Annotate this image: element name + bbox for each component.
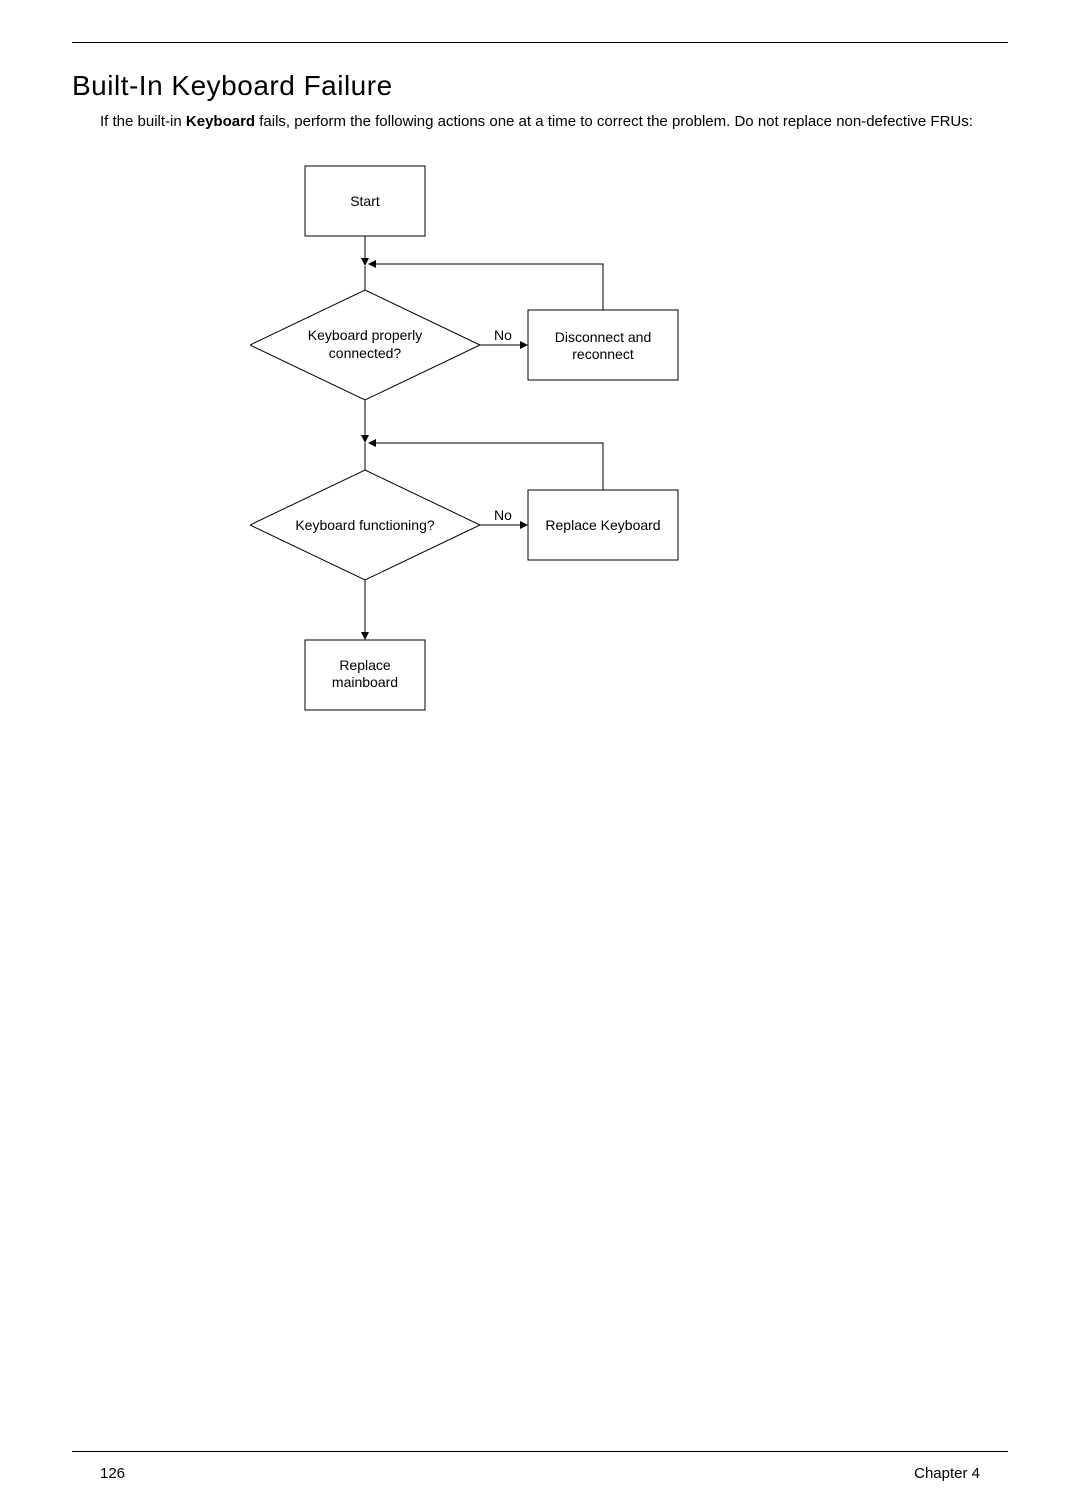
edge-action2-feedback	[370, 443, 603, 490]
label-action1-l1: Disconnect and	[555, 329, 652, 345]
label-q2: Keyboard functioning?	[295, 517, 435, 533]
footer-chapter: Chapter 4	[914, 1465, 980, 1482]
top-rule	[72, 42, 1008, 43]
page-title: Built-In Keyboard Failure	[72, 70, 393, 102]
label-end-l1: Replace	[339, 657, 391, 673]
label-action1-l2: reconnect	[572, 346, 634, 362]
intro-before: If the built-in	[100, 113, 186, 130]
label-action2: Replace Keyboard	[545, 517, 660, 533]
node-action1	[528, 310, 678, 380]
intro-paragraph: If the built-in Keyboard fails, perform …	[100, 112, 1008, 132]
flowchart: Start Keyboard properly connected? No Di…	[250, 160, 730, 780]
label-q1-l2: connected?	[329, 345, 402, 361]
label-start: Start	[350, 193, 380, 209]
edge-action1-feedback	[370, 264, 603, 310]
bottom-rule	[72, 1451, 1008, 1452]
label-q2-no: No	[494, 507, 512, 523]
label-q1-no: No	[494, 327, 512, 343]
intro-bold: Keyboard	[186, 113, 255, 130]
footer-page-number: 126	[100, 1465, 125, 1482]
label-end-l2: mainboard	[332, 674, 398, 690]
label-q1-l1: Keyboard properly	[308, 327, 422, 343]
intro-after: fails, perform the following actions one…	[255, 113, 973, 130]
